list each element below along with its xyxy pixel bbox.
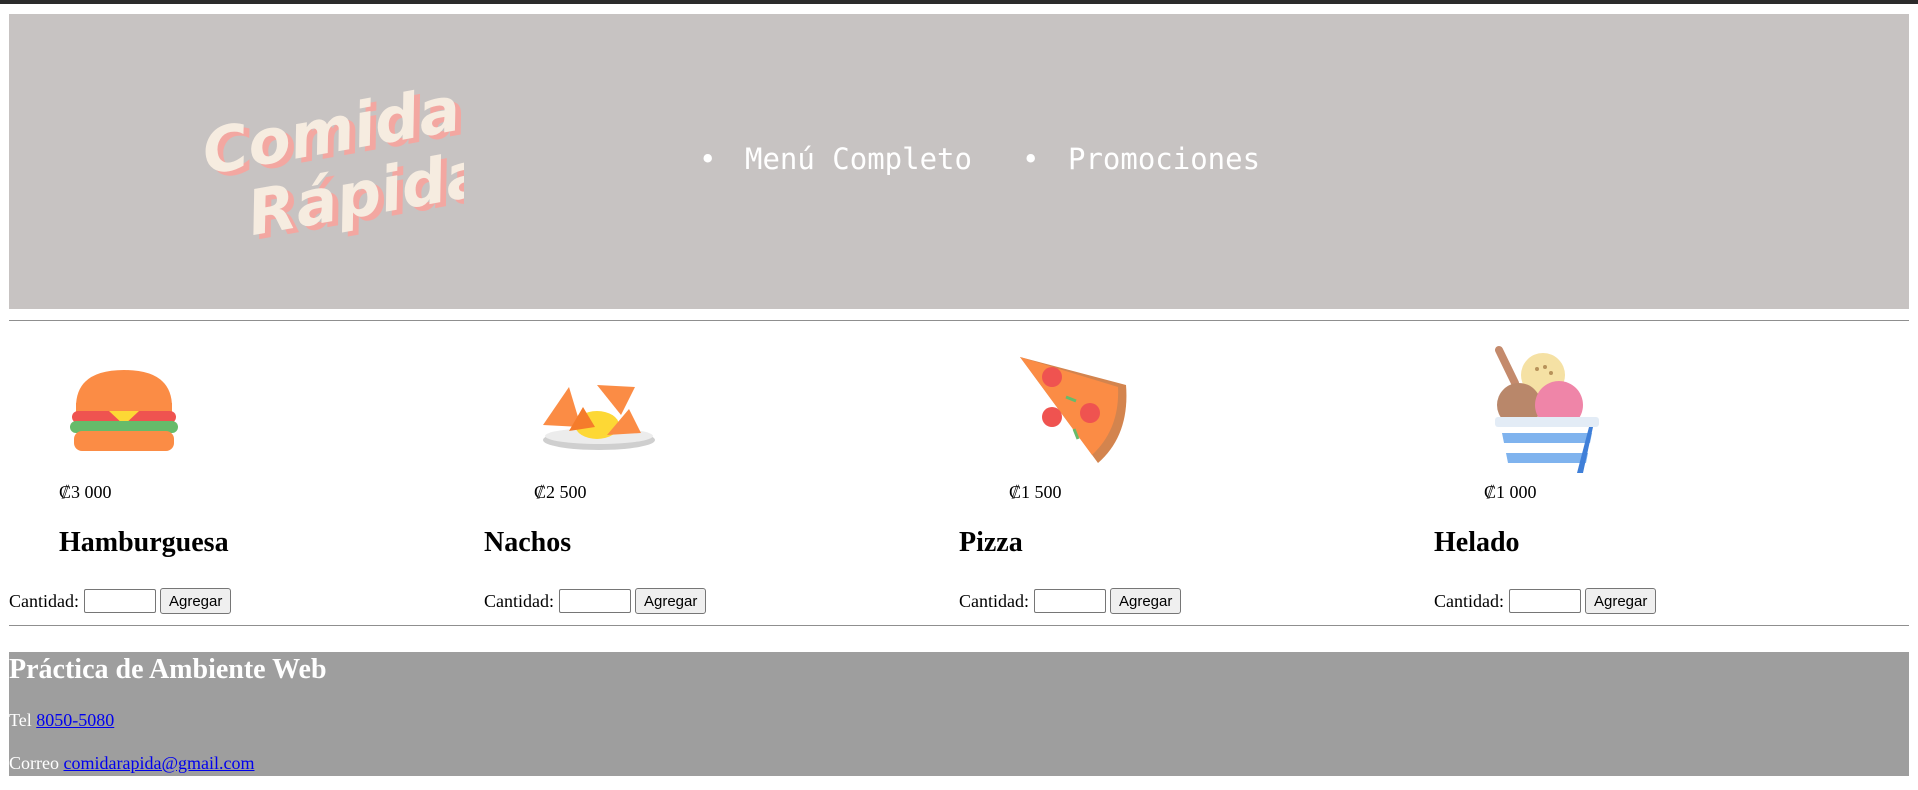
window-top-border — [0, 0, 1918, 4]
hamburger-icon — [70, 370, 178, 451]
quantity-row: Cantidad: Agregar — [9, 588, 232, 614]
ice-cream-icon — [1495, 346, 1599, 473]
main-nav: • Menú Completo • Promociones — [699, 142, 1310, 176]
add-button[interactable]: Agregar — [1110, 588, 1182, 614]
divider-bottom — [9, 625, 1909, 626]
phone-link[interactable]: 8050-5080 — [36, 710, 114, 730]
footer-email: Correo comidarapida@gmail.com — [9, 753, 255, 774]
site-header: Comida Rápida Comida Rápida • Menú Compl… — [9, 14, 1909, 309]
product-name: Pizza — [959, 527, 1023, 558]
footer-title: Práctica de Ambiente Web — [9, 654, 327, 685]
product-name: Helado — [1434, 527, 1520, 558]
nachos-icon — [543, 385, 655, 450]
product-price: ₡2 500 — [534, 482, 587, 502]
product-card-pizza: ₡1 500 Pizza Cantidad: Agregar — [959, 345, 1429, 615]
quantity-label: Cantidad: — [1434, 590, 1504, 611]
add-button[interactable]: Agregar — [635, 588, 707, 614]
product-card-hamburguesa: ₡3 000 Hamburguesa Cantidad: Agregar — [9, 345, 479, 615]
product-name: Hamburguesa — [59, 527, 229, 558]
add-button[interactable]: Agregar — [1585, 588, 1657, 614]
quantity-input[interactable] — [84, 589, 156, 613]
divider-top — [9, 320, 1909, 321]
nav-item-promociones[interactable]: • Promociones — [1022, 142, 1260, 176]
footer-phone: Tel 8050-5080 — [9, 710, 114, 731]
pizza-icon — [1020, 357, 1127, 463]
quantity-label: Cantidad: — [484, 590, 554, 611]
nav-item-menu-completo[interactable]: • Menú Completo — [699, 142, 972, 176]
product-card-nachos: ₡2 500 Nachos Cantidad: Agregar — [484, 345, 954, 615]
email-label: Correo — [9, 753, 59, 773]
product-price: ₡3 000 — [59, 482, 112, 502]
quantity-input[interactable] — [1034, 589, 1106, 613]
add-button[interactable]: Agregar — [160, 588, 232, 614]
email-link[interactable]: comidarapida@gmail.com — [63, 753, 254, 773]
quantity-label: Cantidad: — [959, 590, 1029, 611]
product-price: ₡1 500 — [1009, 482, 1062, 502]
comida-rapida-logo[interactable]: Comida Rápida Comida Rápida — [204, 69, 464, 259]
nav-item-label[interactable]: Menú Completo — [745, 142, 972, 176]
quantity-row: Cantidad: Agregar — [484, 588, 707, 614]
phone-label: Tel — [9, 710, 32, 730]
quantity-row: Cantidad: Agregar — [959, 588, 1182, 614]
bullet-icon: • — [699, 142, 717, 176]
product-card-helado: ₡1 000 Helado Cantidad: Agregar — [1434, 345, 1904, 615]
quantity-input[interactable] — [559, 589, 631, 613]
quantity-input[interactable] — [1509, 589, 1581, 613]
bullet-icon: • — [1021, 142, 1040, 176]
product-name: Nachos — [484, 527, 572, 558]
quantity-row: Cantidad: Agregar — [1434, 588, 1657, 614]
quantity-label: Cantidad: — [9, 590, 79, 611]
product-price: ₡1 000 — [1484, 482, 1537, 502]
nav-item-label[interactable]: Promociones — [1068, 142, 1260, 176]
site-footer: Práctica de Ambiente Web Tel 8050-5080 C… — [9, 652, 1909, 776]
